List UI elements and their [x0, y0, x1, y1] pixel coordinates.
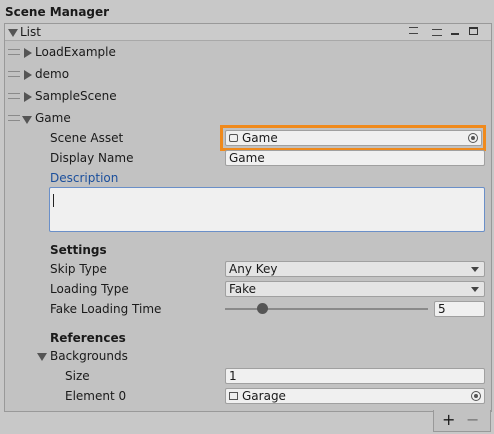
expand-arrow-icon[interactable]: [24, 70, 32, 80]
window-title: Scene Manager: [5, 5, 110, 19]
dropdown-arrow-icon: [471, 267, 479, 272]
list-item-label[interactable]: Game: [35, 111, 71, 125]
object-picker-icon[interactable]: [471, 391, 481, 401]
expand-arrow-icon[interactable]: [24, 92, 32, 102]
loading-type-label: Loading Type: [50, 282, 129, 296]
element-0-label: Element 0: [65, 389, 127, 403]
list-header-label: List: [20, 25, 41, 39]
list-icon[interactable]: [409, 27, 418, 34]
fake-loading-time-input[interactable]: 5: [434, 301, 485, 317]
slider-thumb[interactable]: [256, 303, 268, 314]
backgrounds-label[interactable]: Backgrounds: [50, 349, 128, 363]
skip-type-dropdown[interactable]: Any Key: [225, 261, 485, 277]
display-name-label: Display Name: [50, 151, 134, 165]
list-header[interactable]: [5, 24, 491, 41]
collapse-arrow-icon[interactable]: [22, 116, 32, 124]
description-textarea[interactable]: [49, 187, 485, 232]
menu-icon[interactable]: [432, 29, 442, 36]
element-0-field[interactable]: Garage: [225, 388, 485, 404]
drag-handle-icon[interactable]: [8, 93, 20, 99]
list-expand-icon[interactable]: [8, 29, 18, 37]
list-item-label[interactable]: SampleScene: [35, 89, 117, 103]
dropdown-arrow-icon: [471, 287, 479, 292]
maximize-icon[interactable]: [469, 27, 478, 35]
minimize-icon[interactable]: [451, 33, 459, 35]
backgrounds-collapse-icon[interactable]: [37, 353, 47, 361]
remove-element-button[interactable]: −: [466, 410, 479, 429]
size-input[interactable]: 1: [225, 368, 485, 384]
list-item-label[interactable]: demo: [35, 67, 69, 81]
loading-type-value: Fake: [229, 282, 257, 296]
loading-type-dropdown[interactable]: Fake: [225, 281, 485, 297]
fake-loading-time-label: Fake Loading Time: [50, 302, 162, 316]
references-heading: References: [50, 331, 126, 345]
drag-handle-icon[interactable]: [8, 71, 20, 77]
description-label: Description: [50, 171, 119, 185]
drag-handle-icon[interactable]: [8, 115, 20, 121]
text-cursor: [53, 194, 54, 207]
display-name-input[interactable]: Game: [225, 150, 485, 166]
sprite-icon: [229, 392, 238, 400]
fake-loading-time-slider[interactable]: [225, 303, 428, 314]
element-0-value: Garage: [242, 389, 286, 403]
skip-type-value: Any Key: [229, 262, 278, 276]
add-element-button[interactable]: +: [442, 410, 455, 429]
settings-heading: Settings: [50, 243, 107, 257]
expand-arrow-icon[interactable]: [24, 48, 32, 58]
drag-handle-icon[interactable]: [8, 49, 20, 55]
list-item-label[interactable]: LoadExample: [35, 45, 116, 59]
size-label: Size: [65, 369, 90, 383]
highlight-box: [220, 125, 486, 151]
scene-asset-label: Scene Asset: [50, 131, 124, 145]
skip-type-label: Skip Type: [50, 262, 107, 276]
